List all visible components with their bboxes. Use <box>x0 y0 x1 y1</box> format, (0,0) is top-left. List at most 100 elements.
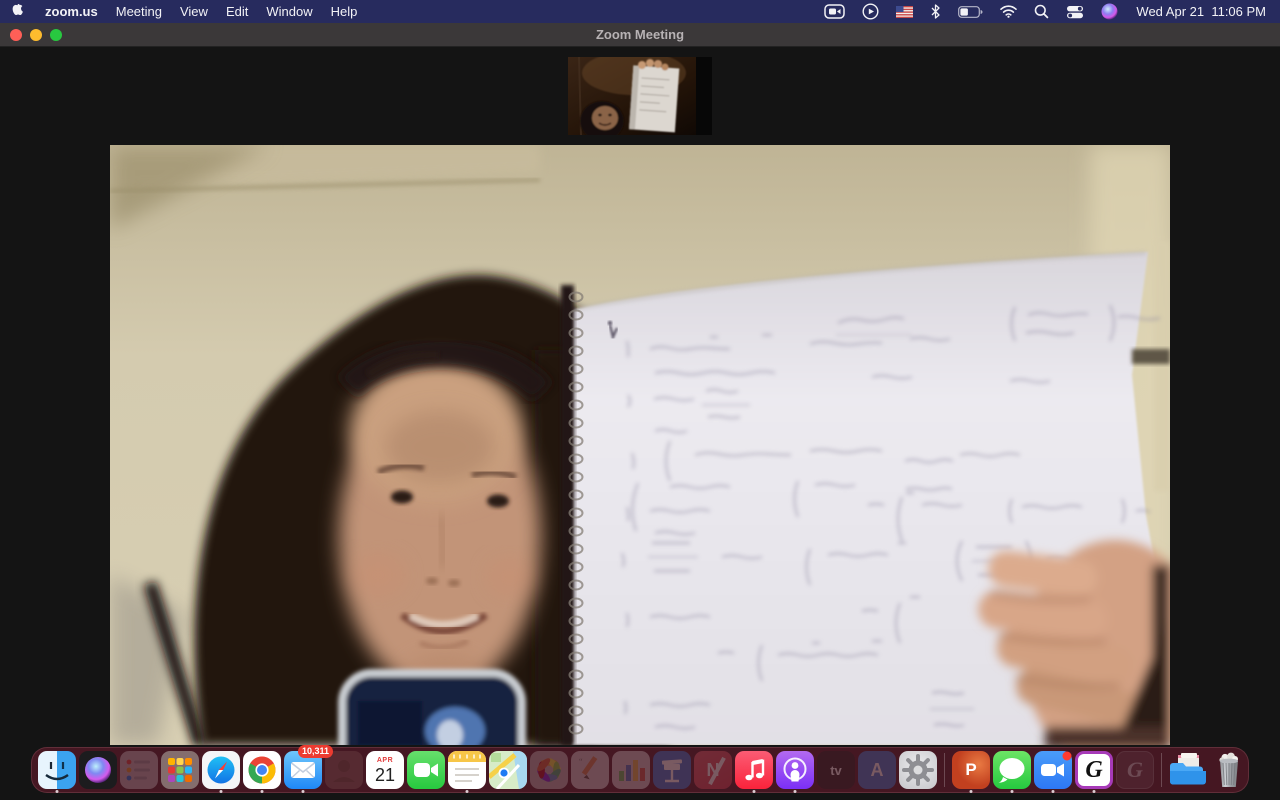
safari-icon <box>202 751 240 789</box>
keynote-icon <box>653 751 691 789</box>
numbers-icon <box>612 751 650 789</box>
dock-item-mail[interactable]: 10,311 <box>283 745 333 793</box>
self-view-thumbnail[interactable] <box>568 57 712 135</box>
dock-item-news[interactable]: N <box>693 747 733 793</box>
system-preferences-icon <box>899 751 937 789</box>
mail-unread-badge: 10,311 <box>297 745 333 758</box>
bluetooth-icon[interactable] <box>923 0 948 23</box>
zoom-app-icon <box>1034 751 1072 789</box>
apple-icon <box>12 3 23 15</box>
close-button[interactable] <box>10 28 22 41</box>
dock-item-music[interactable] <box>734 747 774 793</box>
dock-item-app-store[interactable]: A <box>857 747 897 793</box>
chrome-icon <box>243 751 281 789</box>
music-icon <box>735 751 773 789</box>
dock-item-trash[interactable] <box>1209 747 1249 793</box>
dock-item-powerpoint[interactable]: P <box>951 747 991 793</box>
battery-icon[interactable] <box>951 0 990 23</box>
running-indicator <box>752 790 756 793</box>
fullscreen-button[interactable] <box>50 28 62 41</box>
menu-bar: zoom.us Meeting View Edit Window Help We… <box>0 0 1280 23</box>
g-app-alt-letter: G <box>1127 757 1143 782</box>
dock-item-reminders[interactable] <box>119 747 159 793</box>
calendar-month: APR <box>376 757 394 764</box>
apple-menu[interactable] <box>0 3 36 20</box>
running-indicator <box>969 790 973 793</box>
window-title-bar: Zoom Meeting <box>0 23 1280 47</box>
running-indicator <box>219 790 223 793</box>
participant-video-frame <box>110 145 1170 745</box>
dock-item-numbers[interactable] <box>611 747 651 793</box>
menu-edit[interactable]: Edit <box>217 0 257 23</box>
dock-item-messages[interactable] <box>992 747 1032 793</box>
running-indicator <box>55 790 59 793</box>
dock-item-zoom[interactable] <box>1033 747 1073 793</box>
dock-item-siri[interactable] <box>78 747 118 793</box>
tv-icon: tv <box>817 751 855 789</box>
messages-icon <box>993 751 1031 789</box>
running-indicator <box>793 790 797 793</box>
menu-app-name[interactable]: zoom.us <box>36 0 107 23</box>
wifi-icon[interactable] <box>993 0 1024 23</box>
dock-item-documents-folder[interactable] <box>1168 747 1208 793</box>
traffic-lights <box>10 28 62 41</box>
pages-icon: “ <box>571 751 609 789</box>
dock-item-chrome[interactable] <box>242 747 282 793</box>
minimize-button[interactable] <box>30 28 42 41</box>
menu-meeting[interactable]: Meeting <box>107 0 171 23</box>
notes-icon <box>448 751 486 789</box>
maps-icon <box>489 751 527 789</box>
podcasts-icon <box>776 751 814 789</box>
dock-item-calendar[interactable]: APR 21 <box>365 747 405 793</box>
dock-item-g-app-alt[interactable]: G <box>1115 747 1155 793</box>
powerpoint-letter: P <box>965 760 977 779</box>
dock-item-tv[interactable]: tv <box>816 747 856 793</box>
siri-icon[interactable] <box>1094 0 1125 23</box>
dock-item-launchpad[interactable] <box>160 747 200 793</box>
dock-item-notes[interactable] <box>447 747 487 793</box>
thumbnail-video <box>568 57 712 135</box>
zoom-meeting-icon[interactable] <box>817 0 852 23</box>
news-icon: N <box>694 751 732 789</box>
main-participant-video <box>110 145 1170 745</box>
window-title: Zoom Meeting <box>595 27 685 42</box>
dock-item-keynote[interactable] <box>652 747 692 793</box>
g-app-icon: G <box>1075 751 1113 789</box>
trash-full-icon <box>1210 751 1248 789</box>
dock-item-safari[interactable] <box>201 747 241 793</box>
spotlight-icon[interactable] <box>1027 0 1056 23</box>
dock-item-photos[interactable] <box>529 747 569 793</box>
control-center-icon[interactable] <box>1059 0 1091 23</box>
dock: 10,311 APR 21 “ N tv A P G G <box>31 745 1249 793</box>
app-store-icon: A <box>858 751 896 789</box>
dock-item-maps[interactable] <box>488 747 528 793</box>
dock-separator <box>1161 753 1162 787</box>
documents-folder-icon <box>1169 751 1207 789</box>
dock-item-finder[interactable] <box>37 747 77 793</box>
g-app-letter: G <box>1085 757 1103 783</box>
running-indicator <box>301 790 305 793</box>
dock-item-g-app[interactable]: G <box>1074 747 1114 793</box>
app-store-letter: A <box>870 759 884 780</box>
dock-separator <box>944 753 945 787</box>
menu-window[interactable]: Window <box>257 0 321 23</box>
menu-bar-clock[interactable]: Wed Apr 21 11:06 PM <box>1128 4 1270 19</box>
running-indicator <box>260 790 264 793</box>
input-source-us-flag-icon[interactable] <box>889 0 920 23</box>
dock-item-system-preferences[interactable] <box>898 747 938 793</box>
dock-item-facetime[interactable] <box>406 747 446 793</box>
menu-help[interactable]: Help <box>322 0 367 23</box>
contacts-icon <box>325 751 363 789</box>
g-app-alt-icon: G <box>1116 751 1154 789</box>
now-playing-icon[interactable] <box>855 0 886 23</box>
tv-label: tv <box>830 762 842 778</box>
svg-text:“: “ <box>579 757 583 766</box>
dock-item-podcasts[interactable] <box>775 747 815 793</box>
siri-app-icon <box>79 751 117 789</box>
dock-item-pages[interactable]: “ <box>570 747 610 793</box>
menu-view[interactable]: View <box>171 0 217 23</box>
desktop: zoom.us Meeting View Edit Window Help We… <box>0 0 1280 800</box>
facetime-icon <box>407 751 445 789</box>
calendar-icon: APR 21 <box>366 751 404 789</box>
zoom-notification-dot <box>1062 751 1072 761</box>
